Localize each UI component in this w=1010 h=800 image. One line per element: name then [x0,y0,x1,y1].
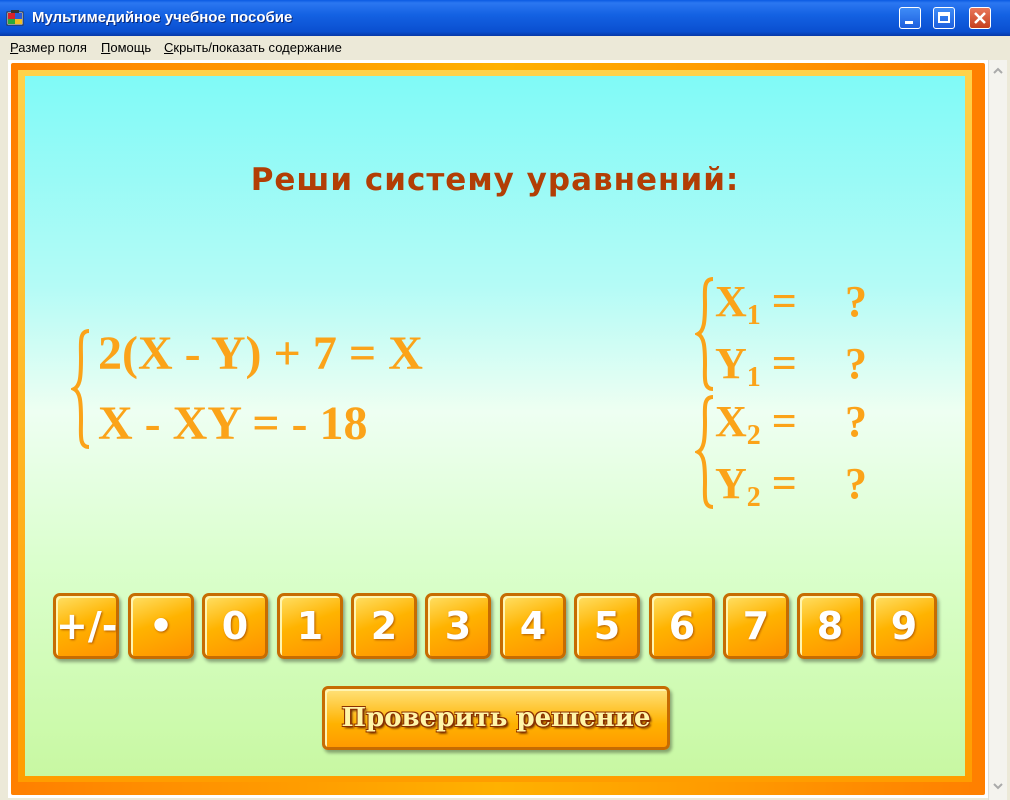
key-3[interactable]: 3 [425,593,491,659]
key-8[interactable]: 8 [797,593,863,659]
key-dot[interactable]: • [128,593,194,659]
menu-toggle-contents[interactable]: Скрыть/показать содержание [164,40,342,55]
answer-y2-value[interactable]: ? [845,458,867,509]
answer-y1-value[interactable]: ? [845,338,867,389]
key-0[interactable]: 0 [202,593,268,659]
answer-y2[interactable]: Y2 = ? [715,458,867,514]
answer-x1-value[interactable]: ? [845,276,867,327]
close-button[interactable] [969,7,991,29]
scroll-up-icon[interactable] [990,63,1006,79]
check-solution-button[interactable]: Проверить решение [322,686,670,750]
scroll-down-icon[interactable] [990,778,1006,794]
equation-2: X - XY = - 18 [98,397,368,450]
vertical-scrollbar[interactable] [988,60,1007,800]
key-9[interactable]: 9 [871,593,937,659]
system-brace-icon [71,329,90,449]
minimize-button[interactable] [899,7,921,29]
app-icon [6,10,24,26]
minimize-icon [905,21,913,24]
content-area: Реши систему уравнений: 2(X - Y) + 7 = X… [8,60,988,798]
key-2[interactable]: 2 [351,593,417,659]
answer-y1[interactable]: Y1 = ? [715,338,867,394]
menu-bar: Размер поля Помощь Скрыть/показать содер… [0,36,1010,58]
task-panel: Реши систему уравнений: 2(X - Y) + 7 = X… [25,76,965,776]
equation-1: 2(X - Y) + 7 = X [98,327,423,380]
menu-field-size[interactable]: Размер поля [10,40,87,55]
maximize-icon [938,12,950,23]
answer-x1[interactable]: X1 = ? [715,276,867,332]
maximize-button[interactable] [933,7,955,29]
key-4[interactable]: 4 [500,593,566,659]
window-title: Мультимедийное учебное пособие [32,9,293,26]
answer-x2[interactable]: X2 = ? [715,396,867,452]
close-icon [974,12,986,24]
key-7[interactable]: 7 [723,593,789,659]
answer-x2-value[interactable]: ? [845,396,867,447]
title-bar[interactable]: Мультимедийное учебное пособие [0,0,1010,36]
key-5[interactable]: 5 [574,593,640,659]
answer-brace-1-icon [695,277,714,391]
menu-help[interactable]: Помощь [101,40,151,55]
key-1[interactable]: 1 [277,593,343,659]
key-plus-minus[interactable]: +/- [53,593,119,659]
answer-brace-2-icon [695,395,714,509]
key-6[interactable]: 6 [649,593,715,659]
task-title: Реши систему уравнений: [250,162,740,198]
